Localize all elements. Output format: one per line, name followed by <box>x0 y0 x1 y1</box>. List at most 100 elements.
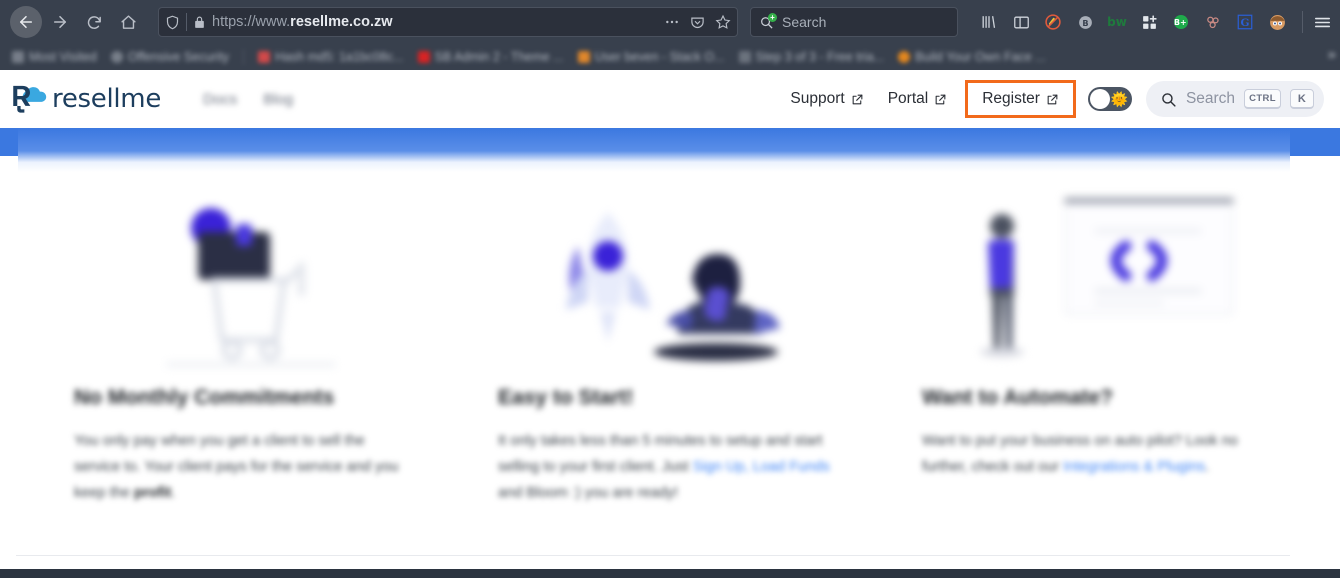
bookmark-item[interactable]: Offensive Security <box>105 48 235 66</box>
card-body-text: You only pay when you get a client to se… <box>74 433 399 501</box>
bookmarks-bar: Most Visited Offensive Security Hash md5… <box>0 44 1340 70</box>
bookmark-label: Hash md5: 1a1bc08c... <box>275 50 404 64</box>
tracking-protection-shield-icon[interactable] <box>165 15 180 30</box>
forward-button[interactable] <box>44 6 76 38</box>
reload-button[interactable] <box>78 6 110 38</box>
portal-link[interactable]: Portal <box>876 84 960 114</box>
card-body-link[interactable]: Sign Up, Load Funds <box>693 459 830 475</box>
profile-avatar-icon[interactable] <box>1262 7 1292 37</box>
svg-text:B+: B+ <box>1174 18 1187 27</box>
site-header: resellme Docs Blog Support Portal Regist… <box>0 70 1340 128</box>
register-link[interactable]: Register <box>970 84 1071 114</box>
r-cloud-logo-icon <box>8 82 50 116</box>
bookmark-item[interactable]: Step 3 of 3 - Free tria... <box>733 48 891 66</box>
bookmark-label: User beven - Stack O... <box>594 50 725 64</box>
bookmark-favicon <box>577 51 590 63</box>
padlock-icon[interactable] <box>193 16 206 29</box>
bookmark-item[interactable]: SB Admin 2 - Theme ... <box>412 48 570 66</box>
external-link-icon <box>851 93 864 106</box>
url-text[interactable]: https://www.resellme.co.zw <box>212 14 658 30</box>
bookmark-favicon <box>12 51 24 63</box>
bookmark-star-icon[interactable] <box>715 14 731 30</box>
bookmark-label: SB Admin 2 - Theme ... <box>434 50 564 64</box>
shortcut-k-key: K <box>1290 89 1314 109</box>
register-link-label: Register <box>982 90 1040 107</box>
register-highlight-box: Register <box>965 80 1076 118</box>
card-title: Easy to Start! <box>498 386 634 409</box>
molecule-icon[interactable] <box>1198 7 1228 37</box>
sidebar-icon[interactable] <box>1006 7 1036 37</box>
extension-toolbar: B bw B+ G <box>974 7 1292 37</box>
feature-card: Want to Automate? Want to put your busin… <box>882 178 1306 506</box>
brand-logo[interactable]: resellme <box>8 82 161 116</box>
card-body: You only pay when you get a client to se… <box>74 428 436 506</box>
browser-search-placeholder: Search <box>782 14 827 30</box>
rocket-and-person-illustration-icon <box>480 178 860 374</box>
bookmark-favicon <box>258 51 271 63</box>
bookmark-item[interactable]: Hash md5: 1a1bc08c... <box>252 48 410 66</box>
card-body-tail: and Bloom :) you are ready! <box>498 485 679 501</box>
sun-icon: 🌞 <box>1110 91 1128 107</box>
bookmark-item[interactable]: Most Visited <box>6 48 103 66</box>
bookmark-favicon <box>417 51 430 63</box>
primary-nav: Docs Blog <box>203 91 293 108</box>
urlbar-divider <box>186 13 187 31</box>
bookmark-favicon <box>110 51 123 63</box>
banner-gradient <box>18 128 1290 172</box>
site-search-box[interactable]: Search CTRL K <box>1145 81 1324 117</box>
url-domain: resellme.co.zw <box>290 14 393 30</box>
search-engine-icon: + <box>759 12 777 30</box>
bookmark-favicon <box>898 51 911 63</box>
toolbar-separator <box>1302 11 1303 33</box>
bplus-icon[interactable]: B+ <box>1166 7 1196 37</box>
theme-toggle[interactable]: 🌞 <box>1087 87 1132 111</box>
bookmark-label: Most Visited <box>29 50 97 64</box>
feature-cards: No Monthly Commitments You only pay when… <box>0 172 1340 506</box>
back-button[interactable] <box>10 6 42 38</box>
utility-nav: Support Portal Register 🌞 Search CTRL K <box>778 80 1324 118</box>
bitwarden-bw-icon[interactable]: bw <box>1102 7 1132 37</box>
external-link-icon <box>1046 93 1059 106</box>
grammarly-g-icon[interactable]: G <box>1230 7 1260 37</box>
adblock-icon[interactable] <box>1038 7 1068 37</box>
grid-addon-icon[interactable] <box>1134 7 1164 37</box>
card-body-bold: profit <box>134 485 172 501</box>
bookmark-item[interactable]: Build Your Own Face ... <box>892 48 1052 66</box>
hamburger-menu-icon[interactable] <box>1313 7 1332 37</box>
address-bar[interactable]: https://www.resellme.co.zw <box>158 7 738 37</box>
bitwarden-b-icon[interactable]: B <box>1070 7 1100 37</box>
support-link[interactable]: Support <box>778 84 875 114</box>
banner-left-block <box>0 128 18 156</box>
feature-card: No Monthly Commitments You only pay when… <box>34 178 458 506</box>
bottom-strip <box>0 569 1340 578</box>
bookmark-item[interactable]: User beven - Stack O... <box>572 48 731 66</box>
bookmark-label: Step 3 of 3 - Free tria... <box>755 50 885 64</box>
bookmark-favicon <box>738 51 751 63</box>
hero-banner <box>0 128 1340 172</box>
card-body-link[interactable]: Integrations & Plugins <box>1063 459 1205 475</box>
card-title: Want to Automate? <box>922 386 1113 409</box>
card-body: It only takes less than 5 minutes to set… <box>498 428 860 506</box>
search-icon <box>1160 91 1177 108</box>
bookmark-label: Build Your Own Face ... <box>915 50 1046 64</box>
portal-link-label: Portal <box>887 90 929 107</box>
site-search-label: Search <box>1185 90 1236 107</box>
bookmark-label: Offensive Security <box>127 50 230 64</box>
card-title: No Monthly Commitments <box>74 386 335 409</box>
content-divider <box>16 555 1290 556</box>
theme-toggle-knob <box>1089 89 1110 109</box>
bookmarks-overflow-chevron-icon[interactable]: » <box>1328 46 1336 63</box>
external-link-icon <box>934 93 947 106</box>
pocket-icon[interactable] <box>690 15 705 30</box>
nav-item-docs[interactable]: Docs <box>203 91 237 108</box>
card-body-tail: . <box>171 485 176 501</box>
nav-item-blog[interactable]: Blog <box>263 91 293 108</box>
home-button[interactable] <box>112 6 144 38</box>
feature-card: Easy to Start! It only takes less than 5… <box>458 178 882 506</box>
page-actions-ellipsis-icon[interactable] <box>664 14 680 30</box>
browser-search-bar[interactable]: + Search <box>750 7 958 37</box>
banner-right-block <box>1290 128 1340 156</box>
card-body-tail: . <box>1205 459 1210 475</box>
library-icon[interactable] <box>974 7 1004 37</box>
browser-chrome: https://www.resellme.co.zw + Search B bw… <box>0 0 1340 70</box>
